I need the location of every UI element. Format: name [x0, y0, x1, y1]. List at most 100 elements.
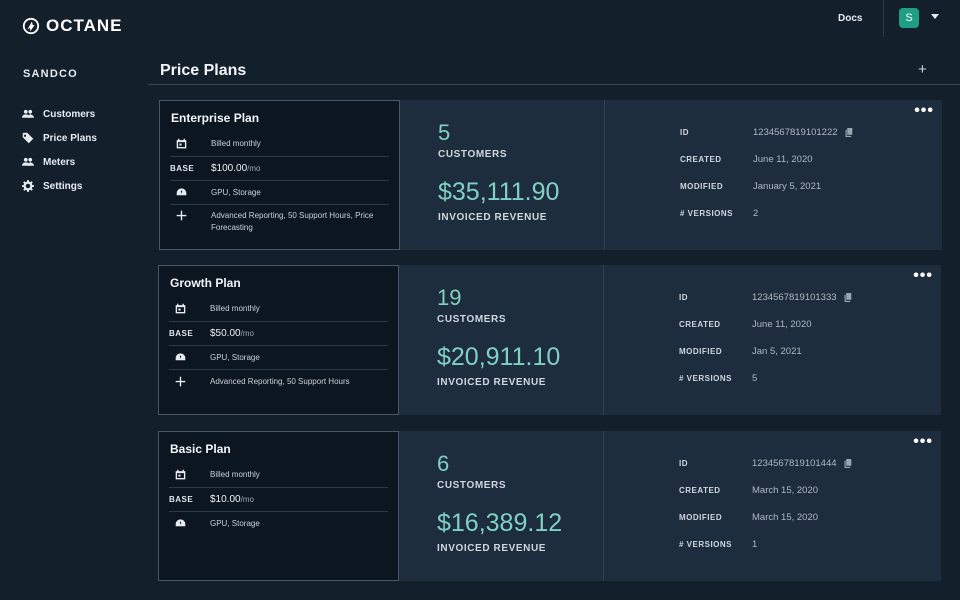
revenue-value: $16,389.12: [437, 509, 563, 537]
copy-icon[interactable]: [844, 459, 853, 468]
gauge-icon: [176, 188, 187, 196]
id-row: ID 1234567819101444: [679, 458, 853, 469]
page-title: Price Plans: [160, 62, 247, 79]
id-value: 1234567819101222: [753, 127, 838, 138]
more-options-icon[interactable]: •••: [913, 433, 933, 451]
divider: [169, 321, 388, 322]
more-options-icon[interactable]: •••: [913, 267, 933, 285]
copy-icon[interactable]: [844, 293, 853, 302]
customers-label: CUSTOMERS: [437, 480, 507, 491]
billing-text: Billed monthly: [210, 304, 260, 313]
customers-label: CUSTOMERS: [438, 149, 508, 160]
billing-text: Billed monthly: [211, 139, 261, 148]
plan-name: Basic Plan: [170, 442, 231, 456]
versions-value: 5: [752, 373, 758, 384]
modified-label: MODIFIED: [679, 347, 723, 356]
id-label: ID: [679, 293, 688, 302]
billing-spec: Billed monthly: [170, 138, 389, 149]
modified-value: Jan 5, 2021: [752, 346, 802, 357]
price-unit: /mo: [247, 164, 261, 173]
base-price-value: $10.00: [210, 494, 241, 505]
addons-text: Advanced Reporting, 50 Support Hours, Pr…: [211, 211, 374, 232]
title-divider: [148, 84, 960, 85]
customers-label: CUSTOMERS: [437, 314, 507, 325]
gear-icon: [22, 180, 34, 192]
plan-card[interactable]: Basic Plan Billed monthly BASE $10.00/mo…: [158, 431, 399, 581]
plan-metrics: 19 CUSTOMERS $20,911.10 INVOICED REVENUE: [399, 265, 604, 415]
more-options-icon[interactable]: •••: [914, 102, 934, 120]
customer-count: 5: [438, 120, 451, 145]
created-label: CREATED: [679, 486, 721, 495]
docs-link[interactable]: Docs: [838, 13, 862, 24]
id-row: ID 1234567819101222: [680, 127, 854, 138]
modified-row: MODIFIED Jan 5, 2021: [679, 346, 802, 357]
addons-text: Advanced Reporting, 50 Support Hours: [210, 377, 350, 386]
calendar-icon: [176, 138, 187, 149]
divider: [170, 156, 389, 157]
metrics-text: GPU, Storage: [210, 353, 260, 362]
add-plan-button[interactable]: +: [918, 62, 927, 77]
sidebar-item-price-plans[interactable]: Price Plans: [22, 126, 97, 150]
plan-row-growth[interactable]: Growth Plan Billed monthly BASE $50.00/m…: [158, 265, 941, 415]
billing-spec: Billed monthly: [169, 303, 388, 314]
addons-spec: Advanced Reporting, 50 Support Hours: [169, 376, 388, 387]
created-value: June 11, 2020: [753, 154, 813, 165]
plan-card[interactable]: Enterprise Plan Billed monthly BASE $100…: [159, 100, 400, 250]
sidebar-item-customers[interactable]: Customers: [22, 102, 97, 126]
divider: [170, 204, 389, 205]
created-label: CREATED: [679, 320, 721, 329]
created-label: CREATED: [680, 155, 722, 164]
metrics-spec: GPU, Storage: [170, 187, 389, 198]
versions-label: # VERSIONS: [680, 209, 734, 218]
plan-meta: ID 1234567819101333 CREATED June 11, 202…: [641, 265, 941, 415]
copy-icon[interactable]: [845, 128, 854, 137]
plan-row-basic[interactable]: Basic Plan Billed monthly BASE $10.00/mo…: [158, 431, 941, 581]
calendar-icon: [175, 469, 186, 480]
created-value: June 11, 2020: [752, 319, 812, 330]
price-unit: /mo: [240, 329, 254, 338]
versions-value: 2: [753, 208, 759, 219]
revenue-label: INVOICED REVENUE: [437, 377, 547, 388]
header-divider: [883, 0, 884, 37]
avatar[interactable]: S: [899, 8, 919, 28]
plus-icon: [175, 376, 186, 387]
plan-card[interactable]: Growth Plan Billed monthly BASE $50.00/m…: [158, 265, 399, 415]
revenue-label: INVOICED REVENUE: [437, 543, 547, 554]
users-icon: [22, 157, 34, 166]
divider: [169, 511, 388, 512]
customer-count: 19: [437, 285, 462, 310]
id-value: 1234567819101444: [752, 458, 837, 469]
sidebar-item-meters[interactable]: Meters: [22, 150, 97, 174]
users-icon: [22, 109, 34, 118]
plus-icon: [176, 210, 187, 221]
sidebar-item-label: Meters: [43, 156, 76, 168]
sidebar-item-label: Customers: [43, 108, 96, 120]
sidebar-item-label: Settings: [43, 180, 83, 192]
sidebar-item-label: Price Plans: [43, 132, 97, 144]
divider: [170, 180, 389, 181]
base-spec: BASE $10.00/mo: [169, 494, 388, 505]
octane-logo[interactable]: OCTANE: [22, 16, 123, 36]
versions-label: # VERSIONS: [679, 374, 733, 383]
base-price-value: $50.00: [210, 328, 241, 339]
sidebar-nav: Customers Price Plans Meters Settings: [22, 102, 97, 198]
calendar-icon: [175, 303, 186, 314]
tag-icon: [22, 132, 34, 144]
plan-name: Growth Plan: [170, 276, 241, 290]
base-price: $50.00/mo: [210, 328, 254, 339]
plan-row-enterprise[interactable]: Enterprise Plan Billed monthly BASE $100…: [159, 100, 942, 250]
gauge-icon: [175, 353, 186, 361]
logo-text: OCTANE: [46, 16, 123, 35]
chevron-down-icon[interactable]: [931, 14, 939, 19]
versions-label: # VERSIONS: [679, 540, 733, 549]
metrics-text: GPU, Storage: [210, 519, 260, 528]
versions-row: # VERSIONS 2: [680, 208, 758, 219]
plan-name: Enterprise Plan: [171, 111, 260, 125]
divider: [169, 487, 388, 488]
sidebar-item-settings[interactable]: Settings: [22, 174, 97, 198]
revenue-label: INVOICED REVENUE: [438, 212, 548, 223]
base-price: $100.00/mo: [211, 163, 261, 174]
base-label: BASE: [169, 495, 194, 504]
created-row: CREATED March 15, 2020: [679, 485, 818, 496]
org-name: SANDCO: [23, 68, 78, 80]
